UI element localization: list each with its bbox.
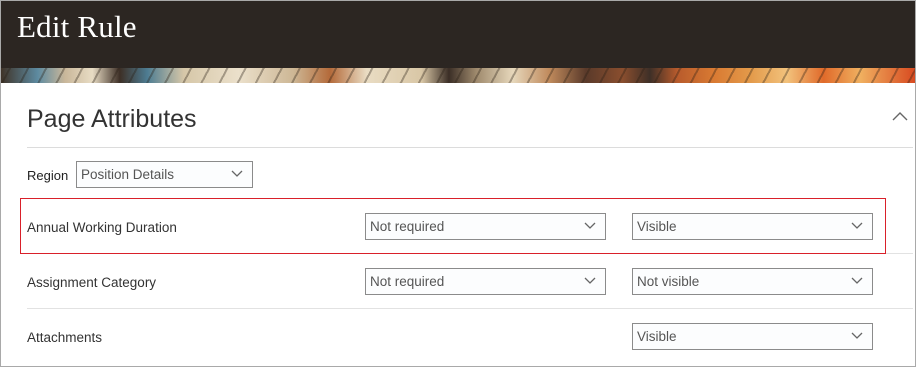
edit-rule-window: Edit Rule Page Attributes Region Positio… bbox=[0, 0, 916, 367]
row-label-attachments: Attachments bbox=[27, 330, 103, 345]
region-label: Region bbox=[27, 168, 69, 183]
annual-working-duration-required-select[interactable]: Not required bbox=[365, 213, 606, 240]
assignment-category-required-select[interactable]: Not required bbox=[365, 268, 606, 295]
chevron-down-icon bbox=[584, 222, 596, 229]
assignment-category-visibility-select[interactable]: Not visible bbox=[632, 268, 873, 295]
row-divider bbox=[27, 308, 913, 309]
collapse-section-button[interactable] bbox=[891, 109, 909, 123]
page-header: Edit Rule bbox=[1, 1, 915, 68]
required-select-value: Not required bbox=[370, 274, 445, 289]
chevron-down-icon bbox=[851, 277, 863, 284]
section-title: Page Attributes bbox=[27, 105, 197, 133]
annual-working-duration-visibility-select[interactable]: Visible bbox=[632, 213, 873, 240]
visibility-select-value: Visible bbox=[637, 219, 677, 234]
chevron-up-icon bbox=[892, 112, 908, 121]
visibility-select-value: Visible bbox=[637, 329, 677, 344]
chevron-down-icon bbox=[851, 332, 863, 339]
decorative-banner bbox=[1, 68, 915, 83]
visibility-select-value: Not visible bbox=[637, 274, 700, 289]
region-select-value: Position Details bbox=[81, 167, 175, 182]
chevron-down-icon bbox=[231, 170, 243, 177]
attachments-visibility-select[interactable]: Visible bbox=[632, 323, 873, 350]
row-divider bbox=[27, 253, 913, 254]
row-label-assignment-category: Assignment Category bbox=[27, 275, 157, 290]
page-title: Edit Rule bbox=[17, 9, 137, 44]
row-label-annual-working-duration: Annual Working Duration bbox=[27, 220, 177, 235]
section-divider bbox=[27, 147, 913, 148]
required-select-value: Not required bbox=[370, 219, 445, 234]
region-select[interactable]: Position Details bbox=[76, 161, 253, 188]
chevron-down-icon bbox=[584, 277, 596, 284]
page-attributes-section: Page Attributes Region Position Details … bbox=[11, 83, 915, 366]
chevron-down-icon bbox=[851, 222, 863, 229]
